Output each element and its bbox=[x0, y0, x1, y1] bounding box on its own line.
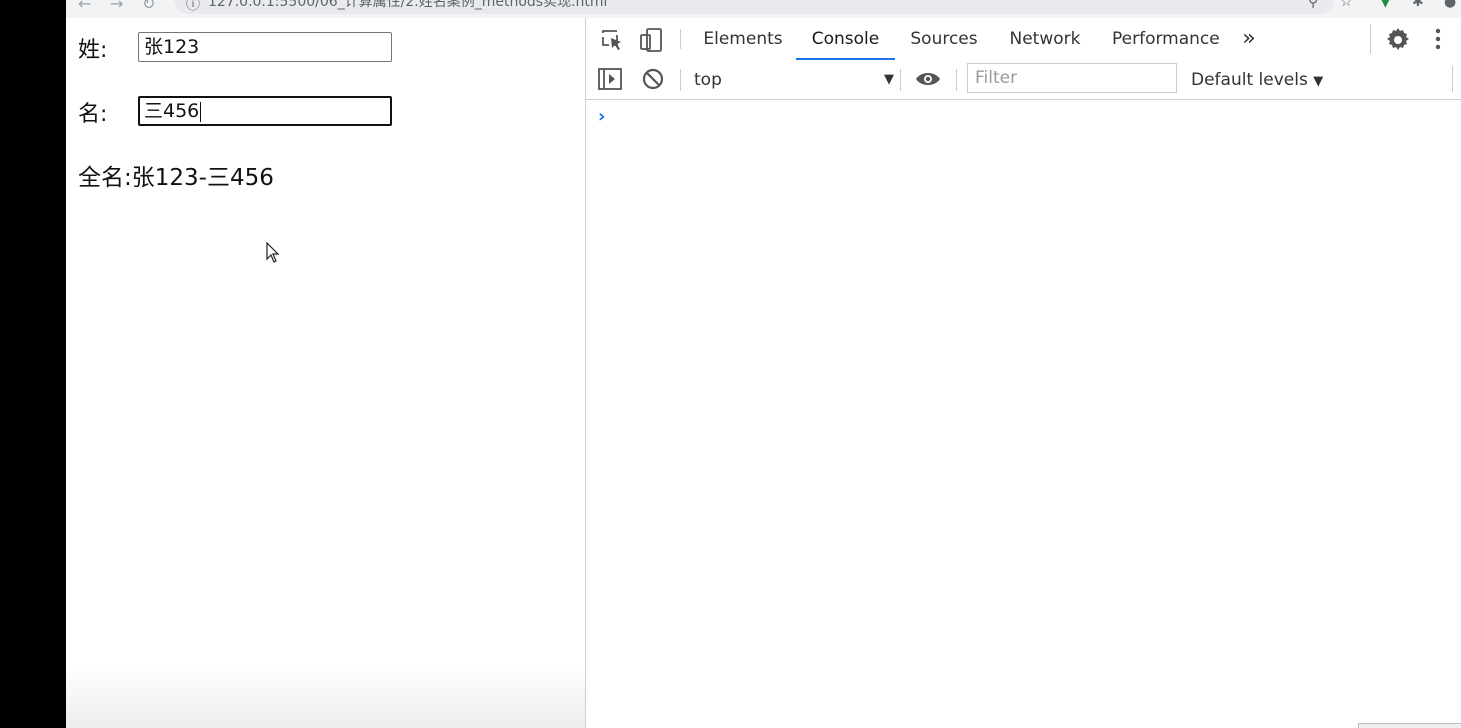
address-bar: ← → ↻ ⓘ 127.0.0.1:5500/06_计算属性/2.姓名案例_me… bbox=[66, 0, 1461, 19]
forward-icon[interactable]: → bbox=[110, 0, 123, 13]
filter-input[interactable] bbox=[967, 63, 1177, 93]
context-select[interactable]: top ▼ bbox=[694, 68, 894, 92]
device-toolbar-icon[interactable] bbox=[639, 27, 663, 53]
tab-performance[interactable]: Performance bbox=[1112, 18, 1220, 60]
devtools-tabbar: Elements Console Sources Network Perform… bbox=[586, 18, 1461, 61]
profile-icon[interactable]: ● bbox=[1444, 0, 1456, 10]
dropdown-arrow-icon: ▼ bbox=[1313, 74, 1324, 89]
extensions-icon[interactable]: ✱ bbox=[1412, 0, 1424, 10]
browser-window: ← → ↻ ⓘ 127.0.0.1:5500/06_计算属性/2.姓名案例_me… bbox=[66, 0, 1461, 728]
more-tabs-icon[interactable]: » bbox=[1238, 18, 1260, 60]
drawer-corner bbox=[1358, 723, 1461, 728]
kebab-menu-icon[interactable] bbox=[1434, 28, 1442, 50]
live-expression-eye-icon[interactable] bbox=[915, 71, 941, 87]
site-info-icon[interactable]: ⓘ bbox=[186, 0, 200, 14]
zoom-icon[interactable]: ⚲ bbox=[1308, 0, 1318, 10]
log-levels-value: Default levels bbox=[1191, 70, 1308, 90]
console-toolbar: top ▼ Default levels ▼ bbox=[586, 60, 1461, 100]
devtools-panel: Elements Console Sources Network Perform… bbox=[585, 18, 1461, 728]
first-name-row: 名: 三456 bbox=[78, 96, 392, 128]
separator bbox=[680, 29, 681, 49]
first-name-input[interactable]: 三456 bbox=[138, 96, 392, 126]
tab-console[interactable]: Console bbox=[796, 18, 895, 60]
bookmark-star-icon[interactable]: ☆ bbox=[1340, 0, 1353, 10]
last-name-value: 张123 bbox=[144, 36, 200, 58]
log-levels-select[interactable]: Default levels ▼ bbox=[1191, 68, 1323, 94]
separator bbox=[900, 69, 901, 91]
last-name-input[interactable]: 张123 bbox=[138, 32, 392, 62]
show-sidebar-icon[interactable] bbox=[598, 68, 622, 90]
vue-devtools-icon[interactable]: ▼ bbox=[1380, 0, 1391, 10]
separator bbox=[680, 69, 681, 91]
mouse-pointer-icon bbox=[266, 242, 280, 263]
text-caret bbox=[200, 101, 202, 122]
dropdown-arrow-icon: ▼ bbox=[884, 72, 894, 87]
context-value: top bbox=[694, 70, 722, 90]
page-viewport: 姓: 张123 名: 三456 全名:张123-三456 bbox=[66, 18, 585, 728]
full-name-text: 全名:张123-三456 bbox=[78, 165, 274, 191]
tab-elements[interactable]: Elements bbox=[700, 18, 786, 60]
settings-gear-icon[interactable] bbox=[1385, 27, 1411, 53]
separator bbox=[1452, 66, 1453, 92]
tab-sources[interactable]: Sources bbox=[906, 18, 982, 60]
last-name-row: 姓: 张123 bbox=[78, 32, 392, 64]
reload-icon[interactable]: ↻ bbox=[142, 0, 155, 13]
last-name-label: 姓: bbox=[78, 38, 108, 63]
first-name-value: 三456 bbox=[144, 100, 200, 122]
separator bbox=[1370, 24, 1371, 54]
url-text[interactable]: 127.0.0.1:5500/06_计算属性/2.姓名案例_methods实现.… bbox=[208, 0, 607, 11]
clear-console-icon[interactable] bbox=[642, 68, 664, 90]
tab-network[interactable]: Network bbox=[1005, 18, 1085, 60]
back-icon[interactable]: ← bbox=[78, 0, 91, 13]
separator bbox=[956, 69, 957, 91]
first-name-label: 名: bbox=[78, 102, 108, 127]
inspect-element-icon[interactable] bbox=[600, 28, 624, 52]
console-prompt-icon[interactable]: › bbox=[598, 106, 605, 127]
